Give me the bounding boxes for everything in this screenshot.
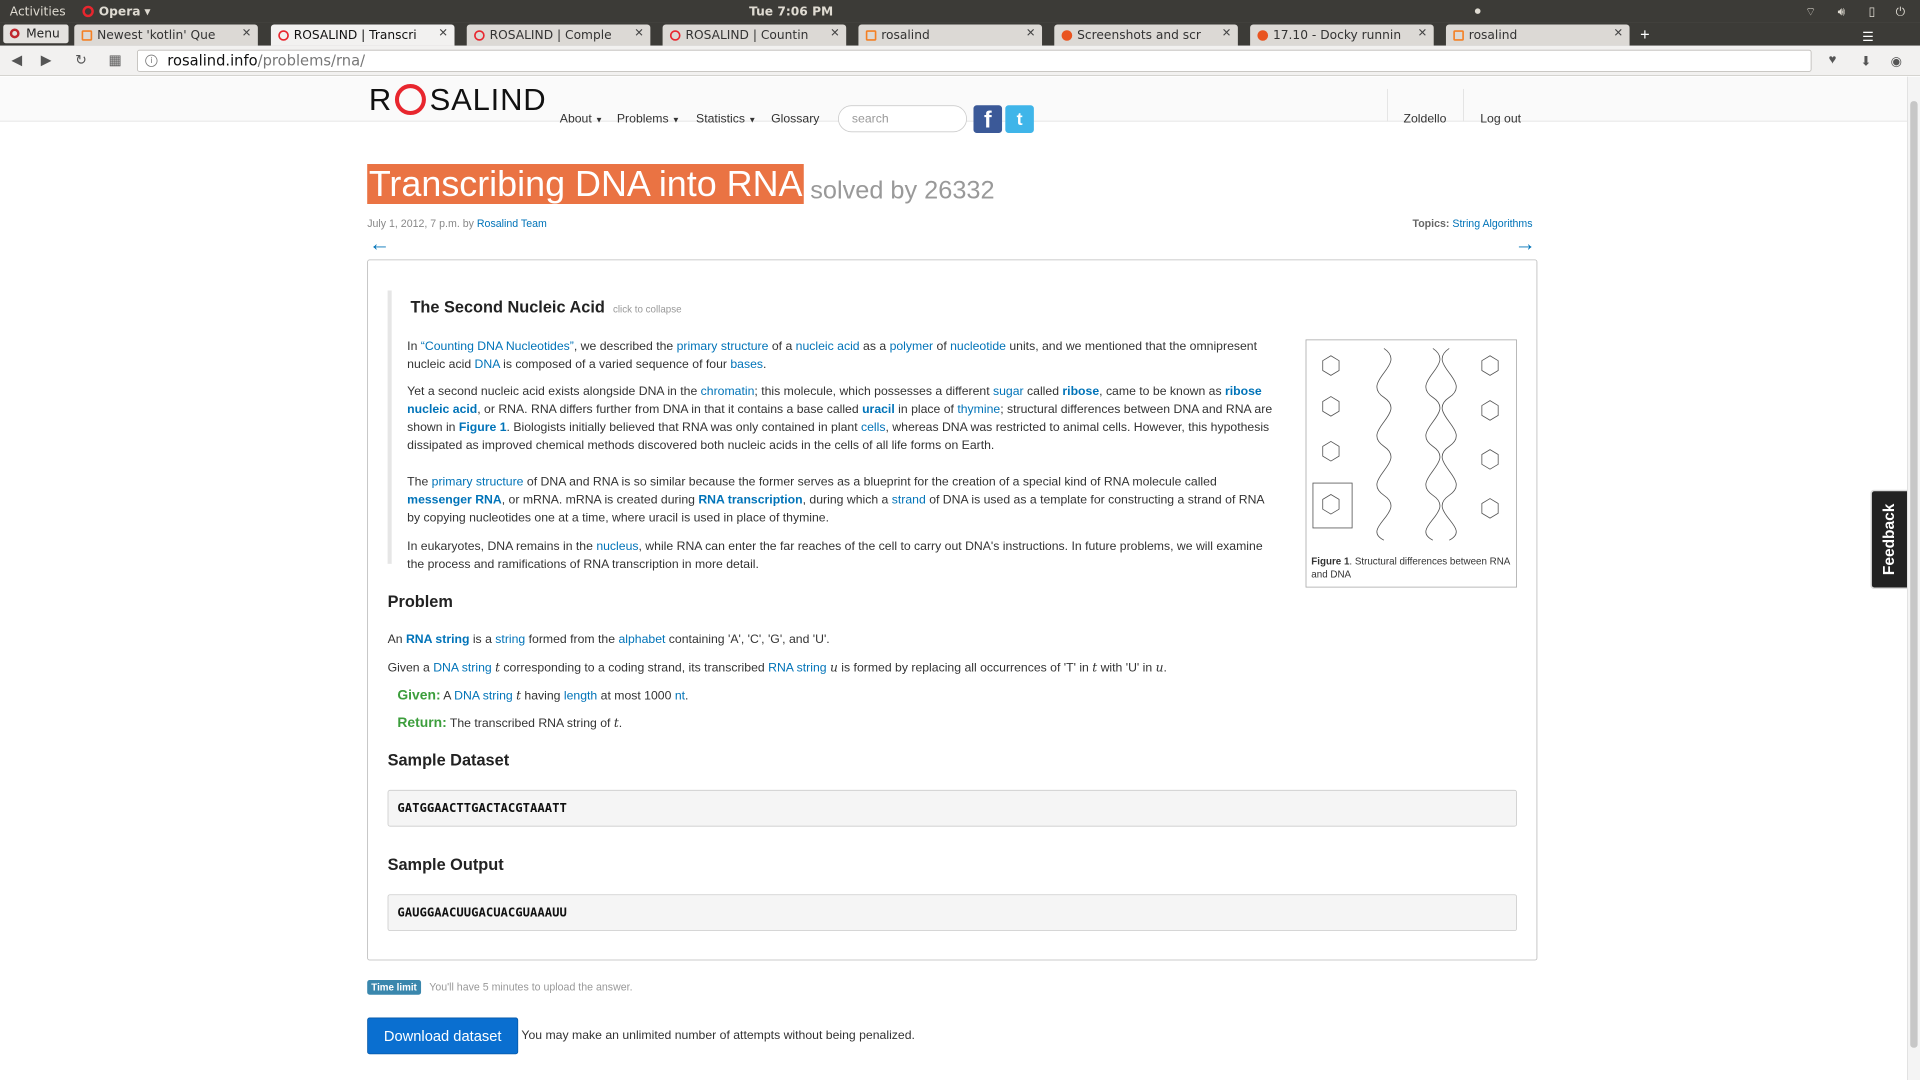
nav-statistics[interactable]: Statistics ▼ <box>696 112 756 126</box>
download-icon[interactable]: ⬇ <box>1860 53 1871 69</box>
askubuntu-icon <box>1257 30 1269 41</box>
rosalind-icon <box>669 30 681 41</box>
nav-glossary[interactable]: Glossary <box>771 112 819 126</box>
story-paragraph-4: In eukaryotes, DNA remains in the nucleu… <box>407 539 1263 572</box>
tab-rosalind-counting[interactable]: ROSALIND | Countin ✕ <box>662 24 847 46</box>
sample-dataset-heading: Sample Dataset <box>387 751 510 770</box>
close-tab-icon[interactable]: ✕ <box>830 27 840 40</box>
close-tab-icon[interactable]: ✕ <box>438 27 448 40</box>
given-line: Given: A DNA string t having length at m… <box>397 687 689 703</box>
nav-problems[interactable]: Problems ▼ <box>617 112 680 126</box>
time-limit-badge: Time limit <box>367 980 421 995</box>
close-tab-icon[interactable]: ✕ <box>242 27 252 40</box>
close-tab-icon[interactable]: ✕ <box>1613 27 1623 40</box>
facebook-icon[interactable]: f <box>973 105 1003 134</box>
sample-output[interactable]: GAUGGAACUUGACUACGUAAAUU <box>387 894 1517 932</box>
stackoverflow-icon <box>81 30 93 41</box>
feedback-tab[interactable]: Feedback <box>1870 489 1907 590</box>
twitter-icon[interactable]: t <box>1005 105 1034 134</box>
topic-link[interactable]: String Algorithms <box>1452 217 1532 229</box>
reload-icon[interactable]: ↻ <box>75 52 87 68</box>
problem-definition: An RNA string is a string formed from th… <box>387 632 830 647</box>
sample-output-heading: Sample Output <box>387 855 504 874</box>
navigation-bar: ◀ ▶ ↻ ▦ i rosalind.info/problems/rna/ ♥ … <box>0 45 1920 76</box>
problem-meta: July 1, 2012, 7 p.m. by Rosalind Team <box>367 217 547 230</box>
close-tab-icon[interactable]: ✕ <box>634 27 644 40</box>
tab-rosalind-transcribing[interactable]: ROSALIND | Transcri ✕ <box>270 24 455 46</box>
power-icon[interactable]: ⏻ <box>1896 4 1906 19</box>
close-tab-icon[interactable]: ✕ <box>1222 27 1232 40</box>
battery-icon[interactable]: ▯ <box>1869 4 1876 19</box>
opera-icon <box>9 28 20 39</box>
figure-rna-dna[interactable]: Figure 1. Structural differences between… <box>1305 339 1517 588</box>
tab-bar: Menu Newest 'kotlin' Que ✕ ROSALIND | Tra… <box>0 22 1920 46</box>
sample-dataset[interactable]: GATGGAACTTGACTACGTAAATT <box>387 789 1517 827</box>
speed-dial-icon[interactable]: ▦ <box>109 52 122 68</box>
tab-docky[interactable]: 17.10 - Docky runnin ✕ <box>1250 24 1434 46</box>
address-bar[interactable]: i rosalind.info/problems/rna/ <box>137 49 1812 72</box>
divider <box>1463 88 1464 122</box>
tab-rosalind-complementing[interactable]: ROSALIND | Comple ✕ <box>466 24 651 46</box>
clock[interactable]: Tue 7:06 PM <box>749 4 833 19</box>
divider <box>1387 88 1389 122</box>
prev-problem-arrow[interactable]: ← <box>369 231 390 256</box>
download-dataset-button[interactable]: Download dataset <box>367 1017 519 1055</box>
wifi-icon[interactable]: ⌔ <box>1805 4 1817 20</box>
bookmark-heart-icon[interactable]: ♥ <box>1829 53 1837 68</box>
activities-button[interactable]: Activities <box>10 4 66 19</box>
problem-heading: Problem <box>387 593 453 612</box>
opera-icon <box>82 5 94 18</box>
tab-menu-icon[interactable]: ☰ <box>1862 29 1874 45</box>
topics: Topics: String Algorithms <box>1412 217 1533 230</box>
search-input[interactable]: search <box>838 105 967 133</box>
new-tab-button[interactable]: + <box>1640 26 1650 45</box>
rosalind-logo[interactable]: R SALIND <box>369 83 547 118</box>
rna-dna-structure-diagram <box>1312 348 1499 541</box>
figure-caption: Figure 1. Structural differences between… <box>1311 555 1510 581</box>
scrollbar-thumb[interactable] <box>1910 101 1918 1048</box>
attempts-text: You may make an unlimited number of atte… <box>521 1028 915 1043</box>
time-limit-text: You'll have 5 minutes to upload the answ… <box>429 980 633 994</box>
problem-statement: Given a DNA string t corresponding to a … <box>387 660 1167 675</box>
user-link[interactable]: Zoldello <box>1404 112 1447 126</box>
ubuntu-icon <box>1061 30 1073 41</box>
story-paragraph-3: The primary structure of DNA and RNA is … <box>407 474 1264 525</box>
site-info-icon[interactable]: i <box>145 54 158 67</box>
tab-rosalind-2[interactable]: rosalind ✕ <box>1445 24 1630 46</box>
account-icon[interactable]: ◉ <box>1891 53 1902 69</box>
close-tab-icon[interactable]: ✕ <box>1418 27 1428 40</box>
app-menu[interactable]: Opera ▾ <box>82 4 151 19</box>
story-paragraph-2: Yet a second nucleic acid exists alongsi… <box>407 384 1273 453</box>
next-problem-arrow[interactable]: → <box>1514 231 1535 256</box>
tab-rosalind-1[interactable]: rosalind ✕ <box>858 24 1043 46</box>
close-tab-icon[interactable]: ✕ <box>1026 27 1036 40</box>
back-icon[interactable]: ◀ <box>11 52 22 68</box>
story-title[interactable]: The Second Nucleic Acid click to collapse <box>410 299 681 318</box>
author-link[interactable]: Rosalind Team <box>477 217 547 229</box>
loading-icon <box>1453 30 1464 41</box>
forward-icon[interactable]: ▶ <box>41 52 52 68</box>
notification-dot: ● <box>1474 7 1481 16</box>
system-top-bar: Activities Opera ▾ Tue 7:06 PM ● ⌔ 🔊︎ ▯ … <box>0 0 1920 23</box>
volume-icon[interactable]: 🔊︎ <box>1838 4 1846 19</box>
loading-icon <box>865 30 877 41</box>
rosalind-icon <box>474 30 485 41</box>
tab-kotlin[interactable]: Newest 'kotlin' Que ✕ <box>74 24 258 46</box>
opera-menu-button[interactable]: Menu <box>3 24 69 44</box>
logout-link[interactable]: Log out <box>1480 112 1521 126</box>
rosalind-icon <box>278 30 289 41</box>
return-line: Return: The transcribed RNA string of t. <box>397 714 623 731</box>
solved-count: solved by 26332 <box>810 175 995 204</box>
page-scrollbar[interactable] <box>1906 76 1920 1080</box>
page-title: Transcribing DNA into RNA <box>367 164 805 204</box>
tab-screenshots[interactable]: Screenshots and scr ✕ <box>1054 24 1238 46</box>
nav-about[interactable]: About ▼ <box>560 112 603 126</box>
rosalind-logo-icon <box>395 84 427 116</box>
story-paragraph-1: In “Counting DNA Nucleotides”, we descri… <box>407 339 1258 372</box>
collapse-link[interactable]: click to collapse <box>613 304 682 315</box>
